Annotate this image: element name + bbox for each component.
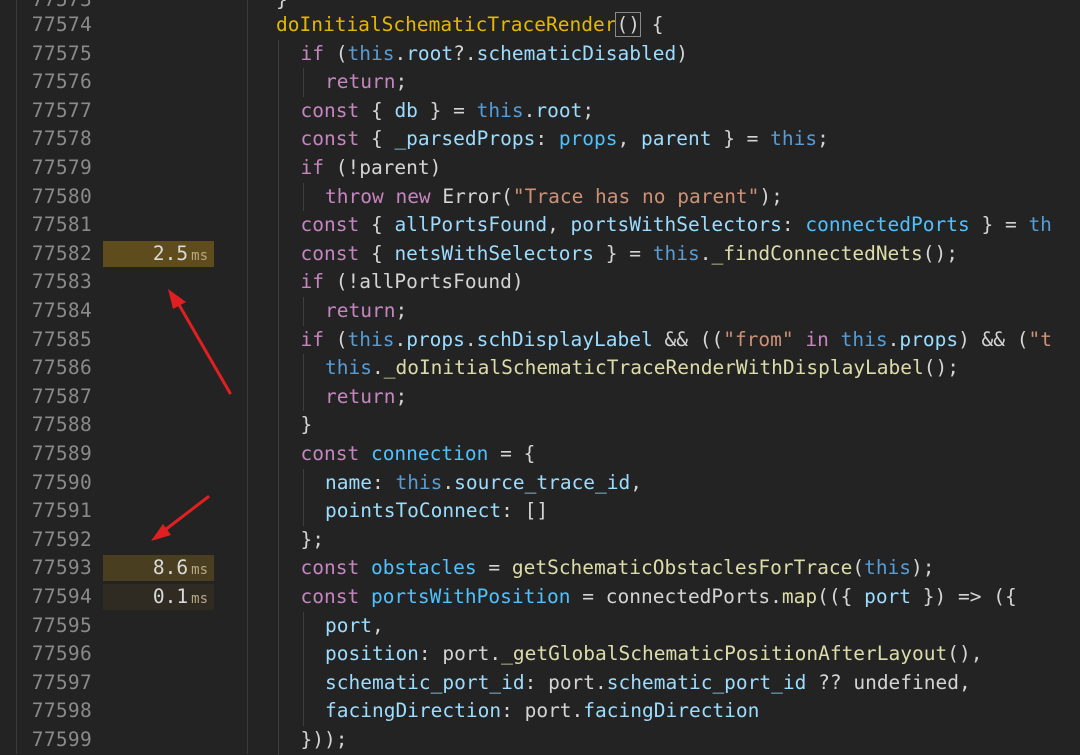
arrow-to-77593-timing (151, 495, 210, 541)
annotation-arrows (151, 289, 232, 541)
arrow-to-77582-timing (168, 289, 232, 395)
code-editor: 77573 } 77574doInitialSchematicTraceRend… (0, 0, 1080, 755)
